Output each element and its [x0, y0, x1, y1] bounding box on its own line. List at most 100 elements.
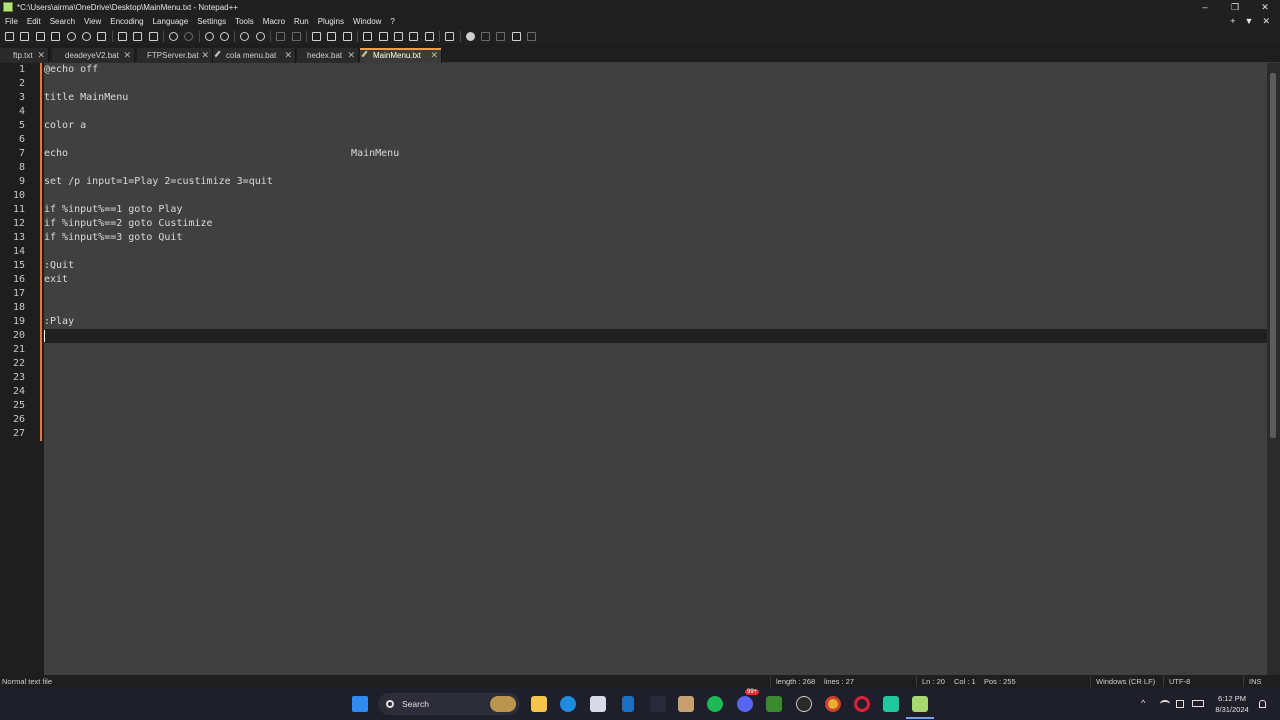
- menu-encoding[interactable]: Encoding: [105, 17, 147, 26]
- steam-like-icon[interactable]: [796, 696, 812, 712]
- taskbar-clock[interactable]: 6:12 PM 8/31/2024: [1206, 693, 1258, 715]
- word-wrap-icon[interactable]: [310, 30, 323, 42]
- line-text[interactable]: exit: [44, 273, 68, 287]
- opera-icon[interactable]: [854, 696, 870, 712]
- editor-line[interactable]: 7 echo MainMenu: [0, 147, 1267, 161]
- tab-close-icon[interactable]: ✕: [123, 50, 131, 61]
- save-all-icon[interactable]: [49, 30, 62, 42]
- editor-line[interactable]: 22: [0, 357, 1267, 371]
- microsoft-store-icon[interactable]: [590, 696, 606, 712]
- sync-vertical-icon[interactable]: [274, 30, 287, 42]
- editor-line[interactable]: 27: [0, 427, 1267, 441]
- editor-line[interactable]: 1 @echo off: [0, 63, 1267, 77]
- monitoring-icon[interactable]: [443, 30, 456, 42]
- notepadpp-taskbar-icon[interactable]: [912, 696, 928, 712]
- menu-plugins[interactable]: Plugins: [313, 17, 348, 26]
- taskbar-search-box[interactable]: Search: [378, 693, 520, 715]
- scrollbar-thumb[interactable]: [1270, 73, 1276, 438]
- editor-line[interactable]: 16 exit: [0, 273, 1267, 287]
- editor-line[interactable]: 14: [0, 245, 1267, 259]
- line-text[interactable]: title MainMenu: [44, 91, 128, 105]
- show-all-chars-icon[interactable]: [325, 30, 338, 42]
- open-file-icon[interactable]: [18, 30, 31, 42]
- new-tab-button[interactable]: +: [1230, 16, 1235, 26]
- menu-tools[interactable]: Tools: [230, 17, 258, 26]
- record-macro-icon[interactable]: [464, 30, 477, 42]
- minecraft-icon[interactable]: [766, 696, 782, 712]
- menu-run[interactable]: Run: [289, 17, 313, 26]
- spotify-icon[interactable]: [707, 696, 723, 712]
- editor-line[interactable]: 3 title MainMenu: [0, 91, 1267, 105]
- tab-close-icon[interactable]: ✕: [347, 50, 355, 61]
- tab-ftpserver-bat[interactable]: FTPServer.bat ✕: [137, 48, 213, 63]
- show-hidden-icons-chevron-icon[interactable]: ^: [1141, 698, 1145, 708]
- menu-search[interactable]: Search: [45, 17, 79, 26]
- tab-mainmenu-txt[interactable]: MainMenu.txt ✕: [360, 48, 442, 63]
- save-macro-icon[interactable]: [525, 30, 538, 42]
- redo-icon[interactable]: [182, 30, 195, 42]
- stop-macro-icon[interactable]: [479, 30, 492, 42]
- editor-line[interactable]: 9 set /p input=1=Play 2=custimize 3=quit: [0, 175, 1267, 189]
- copy-icon[interactable]: [131, 30, 144, 42]
- android-app-icon[interactable]: [883, 696, 899, 712]
- zoom-in-icon[interactable]: [238, 30, 251, 42]
- tab-close-icon[interactable]: ✕: [37, 50, 45, 61]
- tab-close-icon[interactable]: ✕: [430, 50, 438, 61]
- bluetooth-app-icon[interactable]: [622, 696, 634, 712]
- menu-macro[interactable]: Macro: [258, 17, 289, 26]
- taskbar-app-icon[interactable]: [650, 696, 666, 712]
- editor-line[interactable]: 23: [0, 371, 1267, 385]
- undo-icon[interactable]: [167, 30, 180, 42]
- tab-list-button[interactable]: ▼: [1245, 16, 1254, 26]
- menu-settings[interactable]: Settings: [192, 17, 230, 26]
- maximize-button[interactable]: ❐: [1220, 0, 1250, 14]
- editor-line[interactable]: 24: [0, 385, 1267, 399]
- menu-window[interactable]: Window: [348, 17, 385, 26]
- vertical-scrollbar[interactable]: [1267, 63, 1280, 675]
- line-text[interactable]: if %input%==3 goto Quit: [44, 231, 182, 245]
- editor-line[interactable]: 13 if %input%==3 goto Quit: [0, 231, 1267, 245]
- line-text[interactable]: @echo off: [44, 63, 98, 77]
- menu-file[interactable]: File: [0, 17, 22, 26]
- folder-workspace-icon[interactable]: [423, 30, 436, 42]
- print-icon[interactable]: [95, 30, 108, 42]
- editor-line[interactable]: 17: [0, 287, 1267, 301]
- editor-line[interactable]: 19:Play: [0, 315, 1267, 329]
- doc-list-icon[interactable]: [392, 30, 405, 42]
- editor-line[interactable]: 18: [0, 301, 1267, 315]
- close-all-icon[interactable]: [80, 30, 93, 42]
- save-icon[interactable]: [34, 30, 47, 42]
- paste-icon[interactable]: [147, 30, 160, 42]
- editor-line[interactable]: 6: [0, 133, 1267, 147]
- edge-browser-icon[interactable]: [560, 696, 576, 712]
- sync-horizontal-icon[interactable]: [290, 30, 303, 42]
- editor-line[interactable]: 26: [0, 413, 1267, 427]
- editor-line[interactable]: 25: [0, 399, 1267, 413]
- editor-line[interactable]: 12 if %input%==2 goto Custimize: [0, 217, 1267, 231]
- tab-ftp-txt[interactable]: ftp.txt ✕: [0, 48, 49, 63]
- editor-line[interactable]: 11 if %input%==1 goto Play: [0, 203, 1267, 217]
- minimize-button[interactable]: –: [1190, 0, 1220, 14]
- menu-edit[interactable]: Edit: [22, 17, 45, 26]
- indent-guide-icon[interactable]: [341, 30, 354, 42]
- run-macro-multiple-icon[interactable]: [510, 30, 523, 42]
- game-app-icon[interactable]: [678, 696, 694, 712]
- editor-line[interactable]: 2: [0, 77, 1267, 91]
- line-text[interactable]: if %input%==2 goto Custimize: [44, 217, 213, 231]
- battery-icon[interactable]: [1192, 700, 1204, 707]
- zoom-out-icon[interactable]: [254, 30, 267, 42]
- udl-icon[interactable]: [361, 30, 374, 42]
- editor-line[interactable]: 5 color a: [0, 119, 1267, 133]
- editor-line[interactable]: 4: [0, 105, 1267, 119]
- line-text[interactable]: echo MainMenu: [44, 147, 399, 161]
- editor-line[interactable]: 20: [0, 329, 1267, 343]
- line-text[interactable]: :Quit: [44, 259, 74, 273]
- replace-icon[interactable]: [218, 30, 231, 42]
- chrome-icon[interactable]: [825, 696, 841, 712]
- discord-icon[interactable]: [737, 696, 753, 712]
- tab-close-icon[interactable]: ✕: [201, 50, 209, 61]
- menu-language[interactable]: Language: [148, 17, 193, 26]
- wifi-icon[interactable]: [1160, 700, 1170, 708]
- line-text[interactable]: :Play: [44, 315, 74, 329]
- editor-line[interactable]: 15:Quit: [0, 259, 1267, 273]
